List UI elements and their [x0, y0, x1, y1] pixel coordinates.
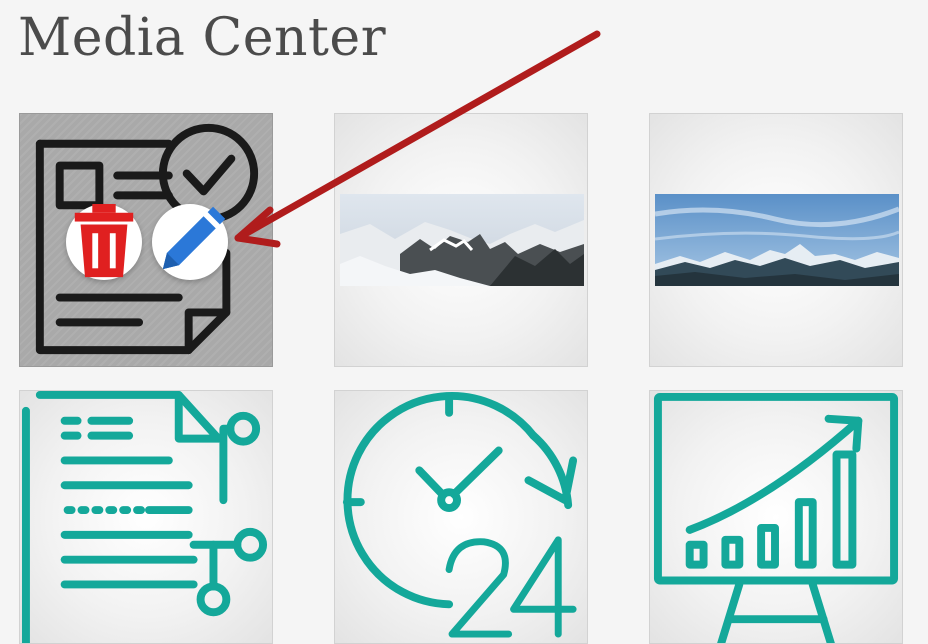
edit-button[interactable]	[152, 204, 228, 280]
trash-icon	[74, 204, 134, 278]
media-grid	[0, 0, 928, 644]
presentation-chart-icon	[653, 392, 899, 643]
clock-24-hours-icon	[342, 392, 578, 638]
media-item-blue-sky-mountain[interactable]	[649, 113, 903, 367]
document-network-icon	[21, 391, 268, 643]
media-item-presentation-chart[interactable]	[649, 390, 903, 644]
media-item-clock-24[interactable]	[334, 390, 588, 644]
media-item-document-network[interactable]	[19, 390, 273, 644]
blue-sky-mountain-photo	[655, 194, 899, 286]
document-check-icon	[35, 123, 259, 355]
media-item-snowy-mountain[interactable]	[334, 113, 588, 367]
media-item-document-check[interactable]	[19, 113, 273, 367]
snowy-mountain-photo	[340, 194, 584, 286]
delete-button[interactable]	[66, 204, 142, 280]
pencil-icon	[162, 206, 226, 270]
